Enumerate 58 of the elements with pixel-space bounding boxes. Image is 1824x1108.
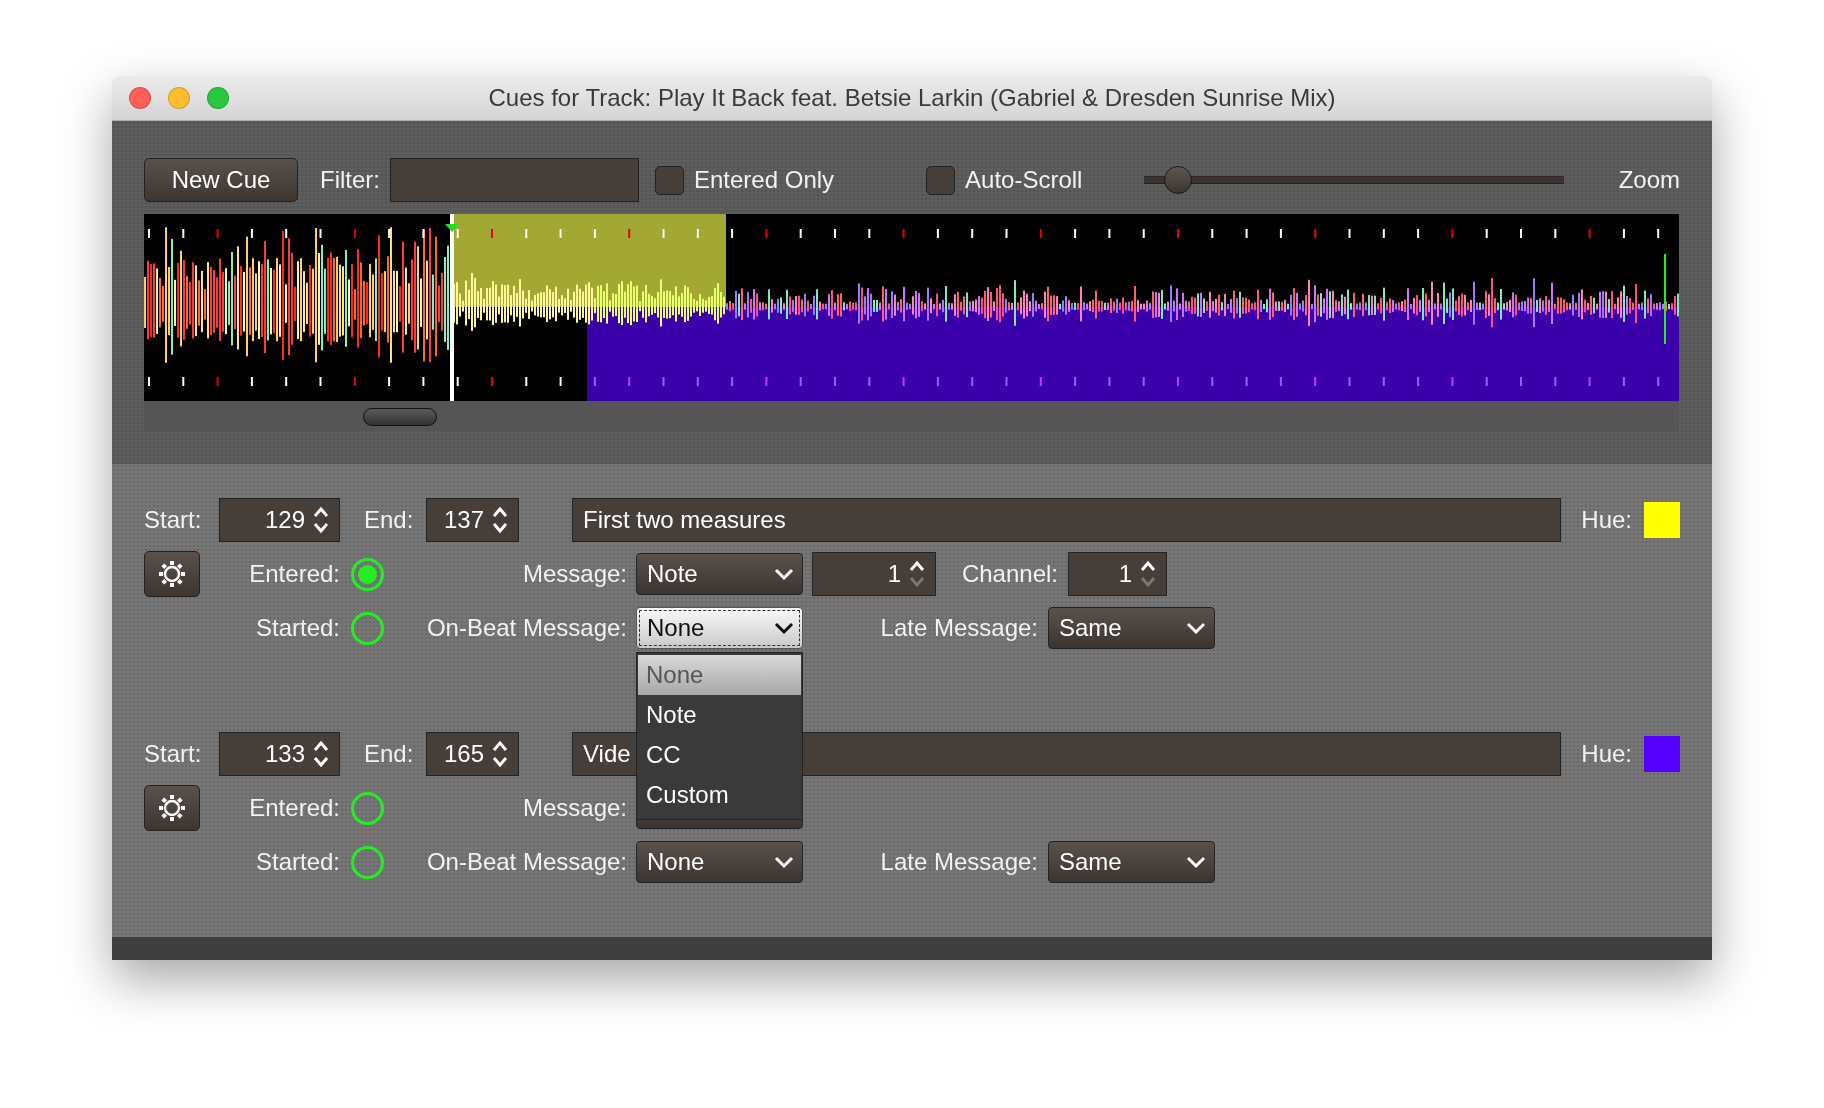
menu-option[interactable]: Note — [638, 695, 801, 735]
late-message-dropdown[interactable]: Same — [1048, 607, 1215, 649]
entered-label: Entered: — [248, 794, 340, 822]
number-spinner[interactable]: 165 — [426, 732, 519, 776]
hue-swatch[interactable] — [1644, 502, 1680, 538]
zoom-slider[interactable] — [1144, 166, 1565, 194]
filter-label: Filter: — [320, 166, 380, 194]
started-label: Started: — [254, 614, 340, 642]
started-label: Started: — [254, 848, 340, 876]
menu-option[interactable]: CC — [638, 735, 801, 775]
number-spinner[interactable]: 129 — [219, 498, 340, 542]
channel-label: Channel: — [960, 560, 1058, 588]
late-message-dropdown[interactable]: Same — [1048, 841, 1215, 883]
chevron-down-icon — [774, 567, 794, 581]
slider-thumb[interactable] — [1164, 166, 1193, 194]
start-label: Start: — [144, 506, 203, 534]
end-label: End: — [364, 506, 415, 534]
chevron-down-icon — [1186, 621, 1206, 635]
zoom-label: Zoom — [1618, 166, 1680, 194]
message-dropdown[interactable]: Note — [636, 553, 803, 595]
filter-field[interactable] — [390, 158, 639, 202]
settings-button[interactable] — [144, 551, 200, 597]
chevron-down-icon — [774, 621, 794, 635]
hue-swatch[interactable] — [1644, 736, 1680, 772]
settings-button[interactable] — [144, 785, 200, 831]
menu-option[interactable]: None — [638, 655, 801, 695]
entered-only-label: Entered Only — [694, 166, 835, 194]
late-message-label: Late Message: — [879, 848, 1038, 876]
number-spinner[interactable]: 137 — [426, 498, 519, 542]
menu-option[interactable]: Custom — [638, 775, 801, 815]
entered-only-checkbox[interactable] — [655, 165, 684, 195]
gear-icon — [157, 559, 187, 589]
auto-scroll-checkbox[interactable] — [926, 165, 956, 195]
message-label: Message: — [521, 560, 627, 588]
hue-label: Hue: — [1581, 740, 1632, 768]
number-spinner[interactable]: 133 — [219, 732, 340, 776]
chevron-down-icon — [1186, 855, 1206, 869]
zoom-button[interactable] — [207, 87, 229, 109]
hue-label: Hue: — [1581, 506, 1632, 534]
chevron-down-icon — [774, 855, 794, 869]
window-title: Cues for Track: Play It Back feat. Betsie Larkin (Gabriel & Dresden Sunrise Mix) — [488, 84, 1336, 112]
scroll-thumb[interactable] — [363, 408, 437, 426]
auto-scroll-label: Auto-Scroll — [965, 166, 1083, 194]
end-label: End: — [364, 740, 415, 768]
comment-field[interactable]: First two measures — [572, 498, 1562, 542]
minimize-button[interactable] — [168, 87, 190, 109]
late-message-label: Late Message: — [879, 614, 1038, 642]
on-beat-message-label: On-Beat Message: — [425, 848, 627, 876]
entered-label: Entered: — [248, 560, 340, 588]
on-beat-message-dropdown[interactable]: None — [636, 841, 803, 883]
start-label: Start: — [144, 740, 203, 768]
message-label: Message: — [521, 794, 627, 822]
number-spinner[interactable]: 1 — [1068, 552, 1167, 596]
new-cue-button[interactable]: New Cue — [144, 158, 298, 202]
number-spinner[interactable]: 1 — [812, 552, 936, 596]
close-button[interactable] — [129, 87, 151, 109]
gear-icon — [157, 793, 187, 823]
on-beat-message-label: On-Beat Message: — [425, 614, 627, 642]
